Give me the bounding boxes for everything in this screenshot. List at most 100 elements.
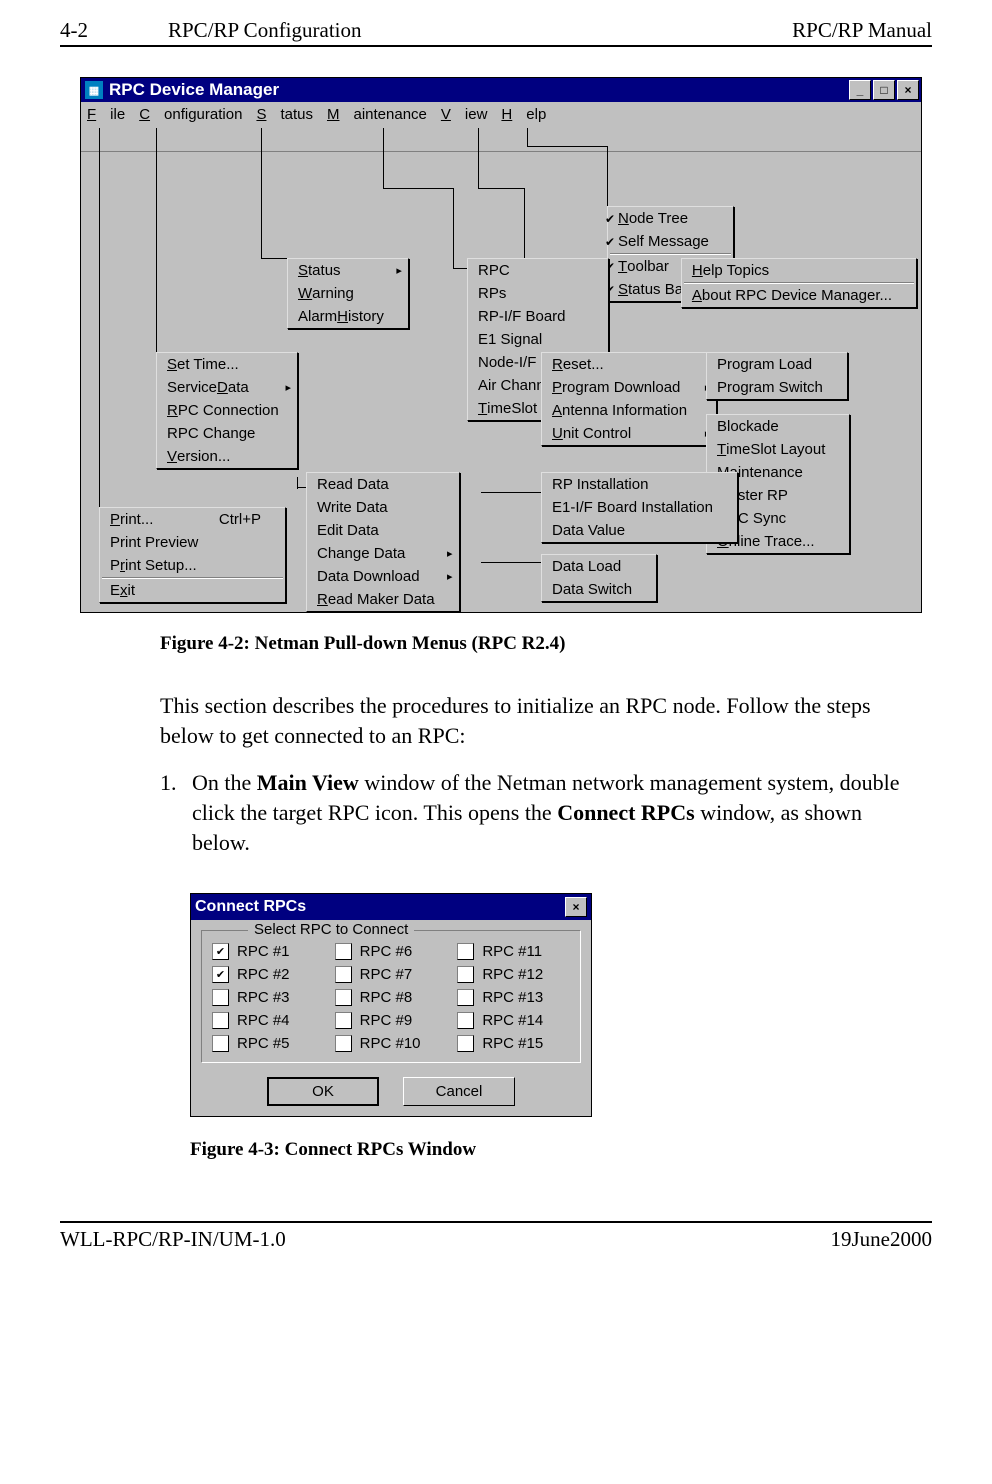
menu-item-print-setup[interactable]: Print Setup... xyxy=(100,554,285,577)
menu-item-e1[interactable]: E1 Signal xyxy=(468,328,608,351)
groupbox: Select RPC to Connect ✔RPC #1RPC #6RPC #… xyxy=(201,930,581,1063)
rpc-checkbox-4[interactable]: RPC #4 xyxy=(212,1012,325,1029)
figure-1: ▦ RPC Device Manager _ □ × File Configur… xyxy=(80,77,932,613)
menu-item-warning[interactable]: Warning xyxy=(288,282,408,305)
page-footer: WLL-RPC/RP-IN/UM-1.0 19June2000 xyxy=(60,1221,932,1252)
menu-file[interactable]: File xyxy=(87,106,125,123)
rpc-checkbox-10[interactable]: RPC #10 xyxy=(335,1035,448,1052)
rpc-checkbox-8[interactable]: RPC #8 xyxy=(335,989,448,1006)
menu-item-prog-switch[interactable]: Program Switch xyxy=(707,376,847,399)
menu-item-version[interactable]: Version... xyxy=(157,445,297,468)
menu-item-print-preview[interactable]: Print Preview xyxy=(100,531,285,554)
figure1-caption: Figure 4-2: Netman Pull-down Menus (RPC … xyxy=(160,633,932,655)
menu-item-rp-install[interactable]: RP Installation xyxy=(542,473,737,496)
menu-item-data-download[interactable]: Data Download xyxy=(307,565,459,588)
footer-right: 19June2000 xyxy=(831,1227,933,1252)
menu-item-write-data[interactable]: Write Data xyxy=(307,496,459,519)
menu-item-status[interactable]: Status xyxy=(288,259,408,282)
menu-item-tslayout[interactable]: TimeSlot Layout xyxy=(707,438,849,461)
menu-item-e1-install[interactable]: E1-I/F Board Installation xyxy=(542,496,737,519)
dropdown-ddl: Data Load Data Switch xyxy=(541,554,657,602)
dropdown-config: Set Time... Service Data RPC Connection … xyxy=(156,352,298,469)
rpc-checkbox-11[interactable]: RPC #11 xyxy=(457,943,570,960)
menu-maint[interactable]: Maintenance xyxy=(327,106,427,123)
dialog-titlebar: Connect RPCs × xyxy=(191,894,591,920)
menu-item-set-time[interactable]: Set Time... xyxy=(157,353,297,376)
rpc-checkbox-7[interactable]: RPC #7 xyxy=(335,966,448,983)
menu-help[interactable]: Help xyxy=(501,106,546,123)
checkbox-icon xyxy=(457,1035,474,1052)
rpc-checkbox-5[interactable]: RPC #5 xyxy=(212,1035,325,1052)
menu-item-alarm-history[interactable]: Alarm History xyxy=(288,305,408,328)
menubar: File Configuration Status Maintenance Vi… xyxy=(81,102,921,152)
ok-button[interactable]: OK xyxy=(267,1077,379,1106)
connect-rpcs-dialog: Connect RPCs × Select RPC to Connect ✔RP… xyxy=(190,893,592,1117)
menu-config[interactable]: Configuration xyxy=(139,106,242,123)
checkbox-icon xyxy=(457,989,474,1006)
figure-2: Connect RPCs × Select RPC to Connect ✔RP… xyxy=(190,893,932,1117)
rpc-checkbox-12[interactable]: RPC #12 xyxy=(457,966,570,983)
dropdown-help: Help Topics About RPC Device Manager... xyxy=(681,258,917,308)
menu-item-node-tree[interactable]: Node Tree xyxy=(608,207,733,230)
menu-item-rps[interactable]: RPs xyxy=(468,282,608,305)
close-button[interactable]: × xyxy=(897,80,919,100)
dialog-close-button[interactable]: × xyxy=(565,897,587,917)
rpc-checkbox-14[interactable]: RPC #14 xyxy=(457,1012,570,1029)
dropdown-changedata: RP Installation E1-I/F Board Installatio… xyxy=(541,472,738,543)
menu-item-rpc-change[interactable]: RPC Change xyxy=(157,422,297,445)
app-window: ▦ RPC Device Manager _ □ × File Configur… xyxy=(80,77,922,613)
menu-item-data-switch[interactable]: Data Switch xyxy=(542,578,656,601)
intro-paragraph: This section describes the procedures to… xyxy=(160,691,922,750)
menu-item-rpc-conn[interactable]: RPC Connection xyxy=(157,399,297,422)
menu-item-exit[interactable]: Exit xyxy=(100,579,285,602)
checkbox-icon xyxy=(457,943,474,960)
menu-item-read-data[interactable]: Read Data xyxy=(307,473,459,496)
menu-item-data-load[interactable]: Data Load xyxy=(542,555,656,578)
menu-status[interactable]: Status xyxy=(256,106,313,123)
checkbox-icon: ✔ xyxy=(212,966,229,983)
checkbox-icon xyxy=(212,1035,229,1052)
dropdown-maint: Reset... Program Download Antenna Inform… xyxy=(541,352,717,446)
step-1: 1. On the Main View window of the Netman… xyxy=(160,768,922,857)
menu-item-self-message[interactable]: Self Message xyxy=(608,230,733,253)
figure2-caption: Figure 4-3: Connect RPCs Window xyxy=(190,1139,932,1161)
menu-item-read-maker[interactable]: Read Maker Data xyxy=(307,588,459,611)
menu-item-service-data[interactable]: Service Data xyxy=(157,376,297,399)
checkbox-icon xyxy=(212,1012,229,1029)
rpc-checkbox-6[interactable]: RPC #6 xyxy=(335,943,448,960)
menu-item-antenna[interactable]: Antenna Information xyxy=(542,399,716,422)
menu-item-rpc[interactable]: RPC xyxy=(468,259,608,282)
menu-item-change-data[interactable]: Change Data xyxy=(307,542,459,565)
rpc-checkbox-13[interactable]: RPC #13 xyxy=(457,989,570,1006)
rpc-checkbox-15[interactable]: RPC #15 xyxy=(457,1035,570,1052)
menu-item-edit-data[interactable]: Edit Data xyxy=(307,519,459,542)
section-title: RPC/RP Configuration xyxy=(168,18,362,43)
dropdown-file: Print...Ctrl+P Print Preview Print Setup… xyxy=(99,507,286,603)
maximize-button[interactable]: □ xyxy=(873,80,895,100)
menu-item-prog-download[interactable]: Program Download xyxy=(542,376,716,399)
dropdown-status: Status Warning Alarm History xyxy=(287,258,409,329)
checkbox-icon xyxy=(335,989,352,1006)
rpc-checkbox-3[interactable]: RPC #3 xyxy=(212,989,325,1006)
menu-view[interactable]: View xyxy=(441,106,488,123)
rpc-checkbox-1[interactable]: ✔RPC #1 xyxy=(212,943,325,960)
app-icon: ▦ xyxy=(85,81,103,99)
menu-item-help-topics[interactable]: Help Topics xyxy=(682,259,916,282)
menu-item-data-value[interactable]: Data Value xyxy=(542,519,737,542)
menu-item-about[interactable]: About RPC Device Manager... xyxy=(682,284,916,307)
checkbox-icon xyxy=(457,966,474,983)
window-title: RPC Device Manager xyxy=(109,80,279,100)
minimize-button[interactable]: _ xyxy=(849,80,871,100)
groupbox-title: Select RPC to Connect xyxy=(248,921,414,938)
cancel-button[interactable]: Cancel xyxy=(403,1077,515,1106)
menu-item-print[interactable]: Print...Ctrl+P xyxy=(100,508,285,531)
rpc-checkbox-2[interactable]: ✔RPC #2 xyxy=(212,966,325,983)
menu-item-prog-load[interactable]: Program Load xyxy=(707,353,847,376)
page-header: 4-2 RPC/RP Configuration RPC/RP Manual xyxy=(60,18,932,47)
rpc-checkbox-9[interactable]: RPC #9 xyxy=(335,1012,448,1029)
menu-item-unit-control[interactable]: Unit Control xyxy=(542,422,716,445)
menu-item-reset[interactable]: Reset... xyxy=(542,353,716,376)
menu-item-rpif[interactable]: RP-I/F Board xyxy=(468,305,608,328)
checkbox-icon xyxy=(335,1035,352,1052)
menu-item-blockade[interactable]: Blockade xyxy=(707,415,849,438)
